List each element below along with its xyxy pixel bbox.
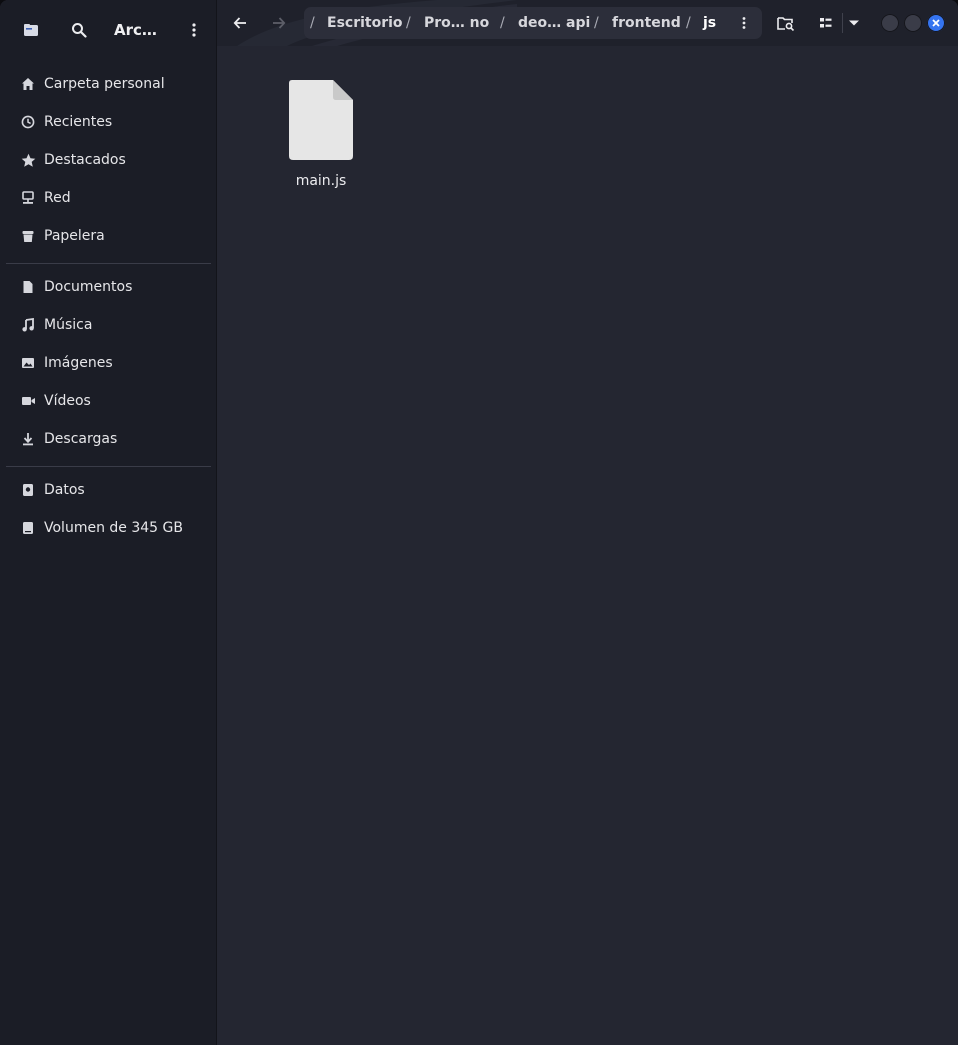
sidebar-item-label: Descargas bbox=[44, 431, 118, 447]
sidebar-item-pictures[interactable]: Imágenes bbox=[6, 346, 210, 380]
network-icon bbox=[20, 190, 36, 206]
sidebar-item-label: Destacados bbox=[44, 152, 126, 168]
download-icon bbox=[20, 431, 36, 447]
app-title: Arc… bbox=[114, 21, 157, 39]
sidebar-item-recent[interactable]: Recientes bbox=[6, 105, 210, 139]
sidebar: Arc… Carpeta personal Recientes Destacad… bbox=[0, 0, 217, 1045]
sidebar-item-label: Vídeos bbox=[44, 393, 91, 409]
image-icon bbox=[20, 355, 36, 371]
view-options-dropdown[interactable] bbox=[844, 8, 864, 38]
sidebar-item-downloads[interactable]: Descargas bbox=[6, 422, 210, 456]
path-separator: / bbox=[594, 15, 599, 31]
forward-button[interactable] bbox=[264, 8, 294, 38]
sidebar-item-label: Imágenes bbox=[44, 355, 113, 371]
path-bar: / Escritorio / Pro… no / deo… api / fron… bbox=[304, 7, 762, 39]
search-location-button[interactable] bbox=[771, 8, 801, 38]
view-mode-button[interactable] bbox=[811, 8, 841, 38]
sidebar-item-documents[interactable]: Documentos bbox=[6, 270, 210, 304]
path-separator: / bbox=[686, 15, 691, 31]
sidebar-item-label: Papelera bbox=[44, 228, 105, 244]
sidebar-item-datos[interactable]: Datos bbox=[6, 473, 210, 507]
sidebar-item-label: Carpeta personal bbox=[44, 76, 165, 92]
sidebar-item-label: Red bbox=[44, 190, 71, 206]
sidebar-item-volume[interactable]: Volumen de 345 GB bbox=[6, 511, 210, 545]
sidebar-item-music[interactable]: Música bbox=[6, 308, 210, 342]
star-icon bbox=[20, 152, 36, 168]
minimize-button[interactable] bbox=[881, 14, 899, 32]
file-name: main.js bbox=[295, 173, 347, 189]
video-icon bbox=[20, 393, 36, 409]
sidebar-item-videos[interactable]: Vídeos bbox=[6, 384, 210, 418]
list-view-icon bbox=[820, 18, 832, 28]
sidebar-item-label: Documentos bbox=[44, 279, 133, 295]
main-menu-icon[interactable] bbox=[178, 14, 210, 46]
chevron-down-icon bbox=[849, 20, 859, 26]
files-app-icon bbox=[15, 14, 47, 46]
sidebar-item-label: Música bbox=[44, 317, 93, 333]
path-menu-icon[interactable] bbox=[736, 15, 752, 35]
drive-icon bbox=[20, 520, 36, 536]
sidebar-item-label: Datos bbox=[44, 482, 85, 498]
folder-search-icon bbox=[777, 17, 795, 31]
sidebar-item-trash[interactable]: Papelera bbox=[6, 219, 210, 253]
path-separator: / bbox=[310, 15, 315, 31]
sidebar-divider bbox=[6, 466, 211, 467]
sidebar-header: Arc… bbox=[0, 0, 216, 60]
drive-icon bbox=[20, 482, 36, 498]
file-view: main.js bbox=[217, 46, 958, 1045]
header-bar: / Escritorio / Pro… no / deo… api / fron… bbox=[217, 0, 958, 46]
sidebar-item-label: Volumen de 345 GB bbox=[44, 520, 183, 536]
music-icon bbox=[20, 317, 36, 333]
home-icon bbox=[20, 76, 36, 92]
sidebar-divider bbox=[6, 263, 211, 264]
path-crumb-current[interactable]: js bbox=[703, 14, 716, 32]
clock-icon bbox=[20, 114, 36, 130]
arrow-left-icon bbox=[233, 17, 246, 29]
sidebar-item-label: Recientes bbox=[44, 114, 113, 130]
close-icon bbox=[932, 19, 940, 27]
close-button[interactable] bbox=[927, 14, 945, 32]
back-button[interactable] bbox=[225, 8, 255, 38]
toolbar-divider bbox=[842, 13, 843, 33]
path-separator: / bbox=[406, 15, 411, 31]
search-icon[interactable] bbox=[63, 14, 95, 46]
sidebar-item-network[interactable]: Red bbox=[6, 181, 210, 215]
sidebar-item-home[interactable]: Carpeta personal bbox=[6, 67, 210, 101]
maximize-button[interactable] bbox=[904, 14, 922, 32]
sidebar-item-starred[interactable]: Destacados bbox=[6, 143, 210, 177]
path-separator: / bbox=[500, 15, 505, 31]
path-crumb[interactable]: Pro… no bbox=[424, 14, 489, 32]
path-crumb[interactable]: Escritorio bbox=[327, 14, 403, 32]
document-icon bbox=[20, 279, 36, 295]
trash-icon bbox=[20, 228, 36, 244]
path-crumb[interactable]: deo… api bbox=[518, 14, 590, 32]
arrow-right-icon bbox=[273, 17, 286, 29]
text-file-icon bbox=[289, 80, 353, 160]
file-manager-window: Arc… Carpeta personal Recientes Destacad… bbox=[0, 0, 958, 1045]
path-crumb[interactable]: frontend bbox=[612, 14, 681, 32]
